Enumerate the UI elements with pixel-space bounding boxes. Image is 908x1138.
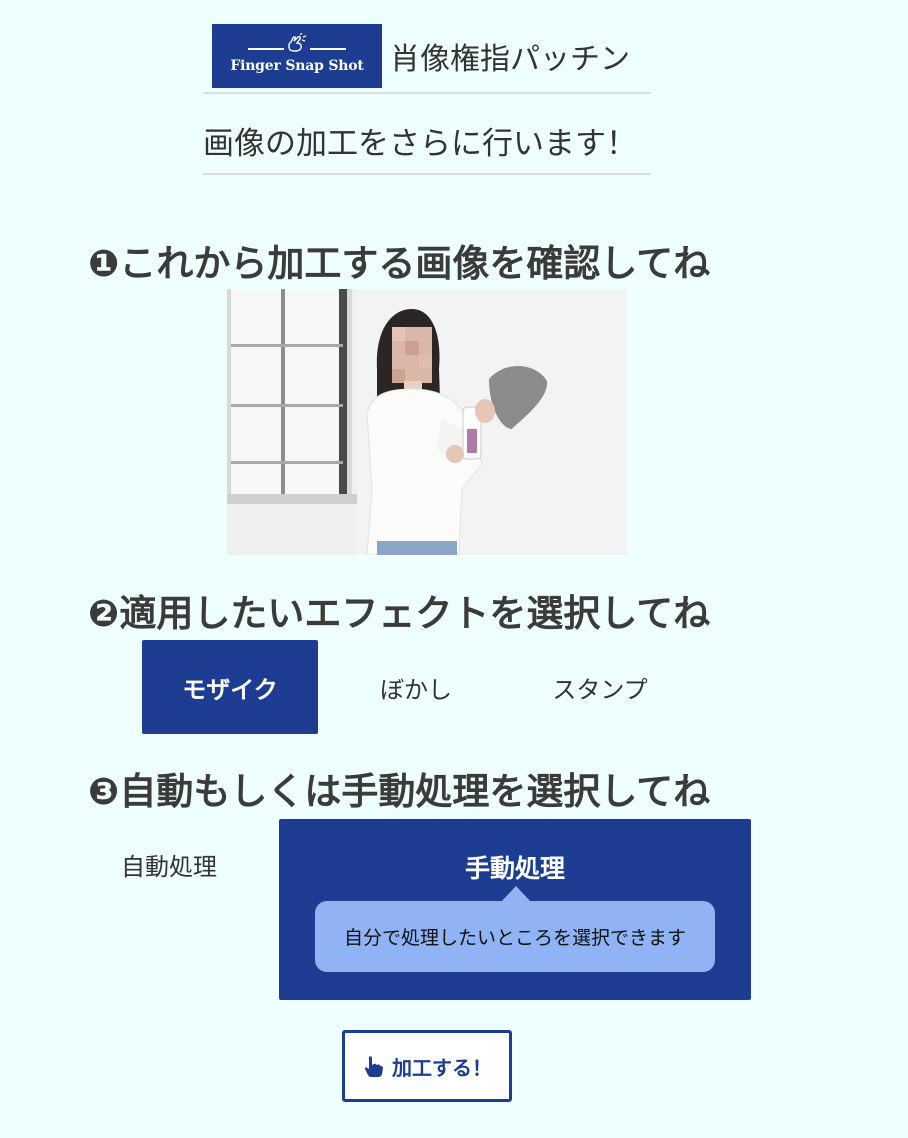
step2-heading: ❷適用したいエフェクトを選択してね	[88, 592, 711, 635]
header-divider-top	[203, 92, 651, 94]
header-divider-bottom	[203, 173, 651, 175]
logo-text: Finger Snap Shot	[230, 58, 364, 74]
effect-stamp-button[interactable]: スタンプ	[512, 640, 688, 734]
app-title: 肖像権指パッチン	[390, 42, 630, 77]
manual-process-label: 手動処理	[464, 854, 565, 883]
image-preview	[227, 289, 627, 555]
effect-blur-button[interactable]: ぼかし	[328, 640, 504, 734]
preview-photo	[227, 289, 627, 555]
logo-line-left	[248, 48, 284, 50]
step3-heading: ❸自動もしくは手動処理を選択してね	[88, 770, 711, 813]
page-subtitle: 画像の加工をさらに行います！	[203, 126, 637, 162]
manual-process-tooltip: 自分で処理したいところを選択できます	[315, 901, 715, 972]
app-header: Finger Snap Shot 肖像権指パッチン	[212, 24, 630, 88]
effect-mosaic-button[interactable]: モザイク	[142, 640, 318, 734]
finger-snap-shot-logo: Finger Snap Shot	[212, 24, 382, 88]
pointing-hand-icon	[364, 1056, 383, 1077]
step1-heading: ❶これから加工する画像を確認してね	[88, 242, 711, 285]
process-button-label: 加工する！	[392, 1055, 492, 1080]
manual-process-button[interactable]: 手動処理 自分で処理したいところを選択できます	[279, 819, 751, 1000]
finger-snap-icon	[288, 33, 307, 52]
process-button[interactable]: 加工する！	[342, 1030, 512, 1102]
auto-process-button[interactable]: 自動処理	[90, 820, 248, 908]
tooltip-arrow	[501, 886, 531, 902]
logo-line-right	[310, 48, 346, 50]
